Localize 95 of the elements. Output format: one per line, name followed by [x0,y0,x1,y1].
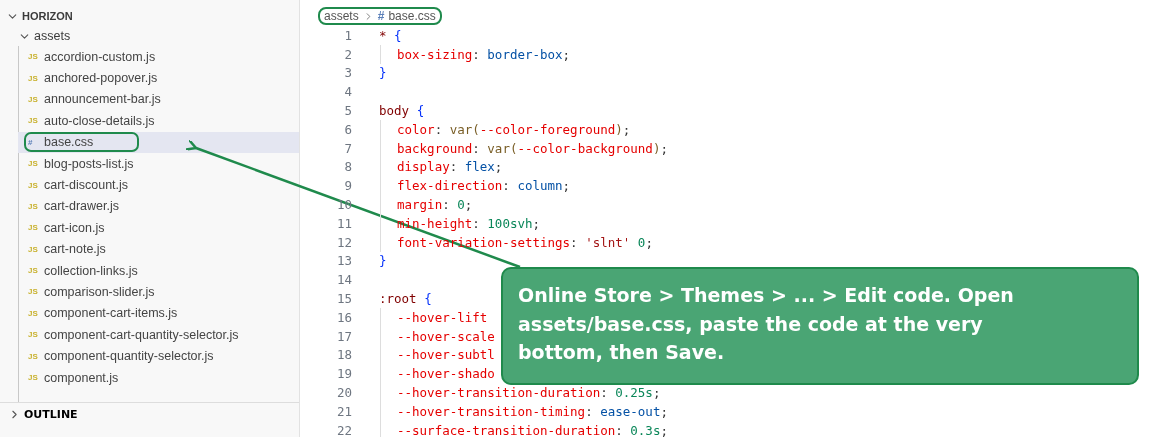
file-name: blog-posts-list.js [44,156,134,171]
code-line: color: var(--color-foreground); [397,121,631,137]
file-type-icon: JS [28,330,38,340]
code-line: --surface-transition-duration: 0.3s; [397,422,668,437]
line-number: 1 [343,27,352,43]
file-name: cart-discount.js [44,178,129,193]
file-name: cart-icon.js [44,220,105,235]
file-type-icon: JS [28,159,38,169]
code-line: margin: 0; [397,197,473,213]
file-name: component-cart-quantity-selector.js [44,327,239,342]
file-row[interactable]: JS cart-discount.js [18,174,299,196]
file-row[interactable]: JS component-cart-quantity-selector.js [18,324,299,346]
file-type-icon: JS [28,52,38,62]
file-name: cart-note.js [44,242,106,257]
line-number: 17 [335,328,352,344]
file-name: base.css [44,135,94,150]
file-row[interactable]: JS announcement-bar.js [18,88,299,111]
code-line: --hover-transition-duration: 0.25s; [397,385,661,401]
line-number: 22 [335,422,352,437]
file-name: announcement-bar.js [44,92,161,107]
line-number: 5 [343,103,352,119]
file-type-icon: JS [28,94,38,104]
code-line: body { [379,103,425,119]
file-type-icon: JS [28,308,38,318]
file-name: component.js [44,370,119,385]
file-type-icon: JS [28,287,38,297]
file-name: anchored-popover.js [44,71,158,86]
file-row[interactable]: # base.css [18,131,299,153]
line-number: 21 [335,403,352,419]
file-type-icon: JS [28,180,38,190]
file-name: component-quantity-selector.js [44,349,214,364]
line-number: 2 [343,46,352,62]
line-number: 19 [335,366,352,382]
file-type-icon: JS [28,244,38,254]
outline-header[interactable]: OUTLINE [24,407,78,421]
file-name: accordion-custom.js [44,49,156,64]
file-row[interactable]: JS blog-posts-list.js [18,152,299,175]
file-type-icon: JS [28,373,38,383]
code-line: :root { [379,291,432,307]
file-name: cart-drawer.js [44,199,120,214]
file-name: component-cart-items.js [44,306,178,321]
line-number: 8 [343,159,352,175]
file-row[interactable]: JS collection-links.js [18,259,299,282]
code-line: * { [379,27,402,43]
file-type-icon: # [28,137,38,147]
line-number: 12 [335,234,352,250]
instruction-callout: Online Store > Themes > ... > Edit code. Open assets/base.css, paste the code at the very bottom, then Save. [501,267,1139,385]
line-number: 15 [335,291,352,307]
file-name: auto-close-details.js [44,113,155,128]
code-line: flex-direction: column; [397,178,571,194]
file-row[interactable]: JS component-cart-items.js [18,302,299,325]
code-line: } [379,65,387,81]
code-line: --hover-transition-timing: ease-out; [397,403,668,419]
code-line: box-sizing: border-box; [397,46,571,62]
section-title[interactable]: HORIZON [22,10,73,22]
file-row[interactable]: JS comparison-slider.js [18,281,299,303]
line-number: 3 [343,65,352,81]
line-number: 9 [343,178,352,194]
line-number: 4 [343,84,352,100]
file-row[interactable]: JS cart-drawer.js [18,195,299,218]
file-type-icon: # [377,9,385,23]
line-number: 11 [335,215,352,231]
file-type-icon: JS [28,266,38,276]
file-row[interactable]: JS auto-close-details.js [18,110,299,132]
breadcrumb-file[interactable]: base.css [388,9,436,23]
file-type-icon: JS [28,116,38,126]
file-type-icon: JS [28,223,38,233]
file-row[interactable]: JS component-quantity-selector.js [18,345,299,367]
code-line: background: var(--color-background); [397,140,668,156]
line-number: 18 [335,347,352,363]
file-row[interactable]: JS anchored-popover.js [18,67,299,89]
line-number: 16 [335,309,352,325]
breadcrumb-folder[interactable]: assets [324,9,359,23]
file-type-icon: JS [28,351,38,361]
code-line: display: flex; [397,159,503,175]
code-line: --hover-subtl [397,347,495,363]
file-name: comparison-slider.js [44,285,155,299]
file-row[interactable]: JS component.js [18,366,299,389]
file-row[interactable]: JS cart-icon.js [18,217,299,239]
file-name: collection-links.js [44,263,138,278]
code-line: min-height: 100svh; [397,215,540,231]
line-number: 6 [343,121,352,137]
code-line: --hover-shado [397,366,495,382]
file-type-icon: JS [28,201,38,211]
file-row[interactable]: JS accordion-custom.js [18,46,299,68]
line-number: 20 [335,385,352,401]
code-line: --hover-lift [397,309,488,325]
line-number: 14 [335,272,352,288]
file-row[interactable]: JS cart-note.js [18,238,299,260]
file-type-icon: JS [28,73,38,83]
folder-name[interactable]: assets [34,29,71,43]
line-number: 13 [335,253,352,269]
code-line: --hover-scale [397,328,495,344]
line-number: 7 [343,140,352,156]
code-line: } [379,253,387,269]
